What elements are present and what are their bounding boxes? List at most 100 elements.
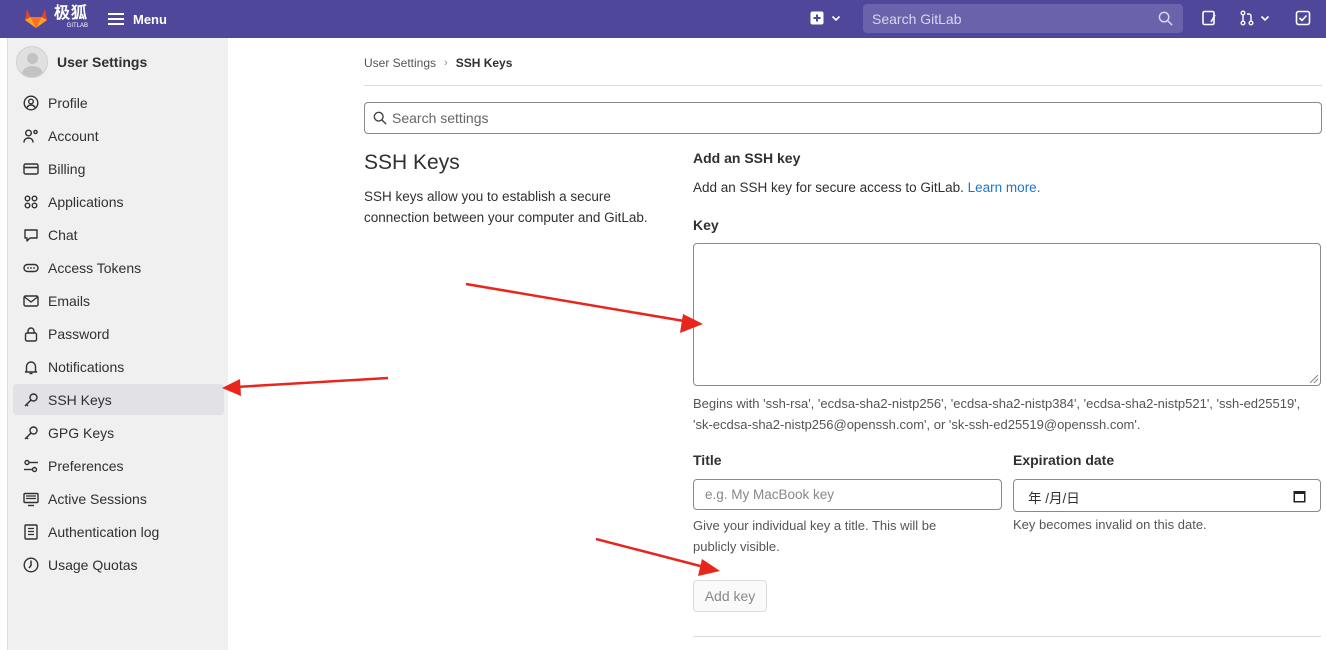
expiration-help-text: Key becomes invalid on this date. [1013, 517, 1207, 532]
arrow-to-ssh-keys-item [222, 376, 389, 396]
key-label: Key [693, 217, 719, 233]
divider [693, 636, 1321, 637]
sidebar-item-label: Access Tokens [48, 259, 142, 276]
expiration-label: Expiration date [1013, 452, 1115, 468]
search-settings-placeholder: Search settings [392, 110, 489, 126]
account-icon [23, 129, 38, 143]
sidebar-item-notifications[interactable]: Notifications [13, 351, 224, 382]
billing-icon [23, 162, 39, 175]
sidebar-item-password[interactable]: Password [13, 318, 224, 349]
merge-request-icon [1240, 10, 1254, 26]
settings-sidebar: User Settings Profile Account Billing Appli… [8, 38, 228, 650]
fox-logo-icon [25, 8, 47, 28]
sidebar-item-ssh-keys[interactable]: SSH Keys [13, 384, 224, 415]
key-help-text: Begins with 'ssh-rsa', 'ecdsa-sha2-nistp… [693, 396, 1301, 432]
top-navbar: 极狐 GITLAB Menu Search GitLab [0, 0, 1326, 38]
sidebar-item-access-tokens[interactable]: Access Tokens [13, 252, 224, 283]
expiration-date-value: 年 /月/日 [1028, 491, 1080, 506]
form-title: Add an SSH key [693, 150, 801, 166]
sidebar-item-active-sessions[interactable]: Active Sessions [13, 483, 224, 514]
chevron-right-icon: › [444, 57, 448, 69]
avatar [16, 46, 48, 78]
email-icon [23, 294, 39, 307]
sidebar-item-label: Emails [48, 292, 91, 309]
breadcrumb-parent[interactable]: User Settings [364, 56, 436, 70]
sidebar-item-billing[interactable]: Billing [13, 153, 224, 184]
search-settings-input[interactable]: Search settings [364, 102, 1322, 134]
merge-requests-dropdown[interactable] [1239, 10, 1271, 26]
sidebar-item-label: Billing [48, 160, 86, 177]
hamburger-icon [108, 10, 124, 28]
title-placeholder: e.g. My MacBook key [705, 487, 835, 502]
sidebar-item-account[interactable]: Account [13, 120, 224, 151]
sidebar-item-applications[interactable]: Applications [13, 186, 224, 217]
token-icon [23, 263, 39, 272]
sidebar-item-authentication-log[interactable]: Authentication log [13, 516, 224, 547]
sidebar-item-label: Account [48, 127, 99, 144]
sidebar-item-usage-quotas[interactable]: Usage Quotas [13, 549, 224, 580]
quota-icon [23, 556, 39, 573]
sidebar-item-label: Profile [48, 94, 88, 111]
title-input[interactable]: e.g. My MacBook key [693, 479, 1002, 510]
sidebar-item-label: Notifications [48, 358, 125, 375]
logo-text-en: GITLAB [66, 23, 89, 29]
applications-icon [24, 195, 38, 208]
sidebar-item-label: Chat [48, 226, 78, 243]
sidebar-title: User Settings [57, 54, 148, 70]
gitlab-logo[interactable]: 极狐 GITLAB [24, 6, 88, 29]
sidebar-item-label: GPG Keys [48, 424, 115, 441]
monitor-icon [23, 492, 39, 506]
breadcrumb: User Settings › SSH Keys [364, 56, 512, 70]
title-label: Title [693, 452, 722, 468]
global-search-placeholder: Search GitLab [872, 11, 962, 27]
search-icon [1158, 11, 1173, 26]
chat-icon [24, 228, 38, 242]
lock-icon [24, 326, 38, 342]
window-edge [0, 38, 8, 650]
sidebar-item-gpg-keys[interactable]: GPG Keys [13, 417, 224, 448]
arrow-to-key-box [465, 282, 703, 333]
sidebar-item-emails[interactable]: Emails [13, 285, 224, 316]
sidebar-item-preferences[interactable]: Preferences [13, 450, 224, 481]
sidebar-item-label: Password [48, 325, 110, 342]
chevron-down-icon [1260, 15, 1270, 22]
learn-more-link[interactable]: Learn more. [968, 180, 1041, 195]
section-description: SSH keys allow you to establish a secure… [364, 189, 648, 225]
key-icon [24, 425, 38, 440]
issues-icon[interactable] [1201, 10, 1217, 26]
sidebar-header[interactable]: User Settings [16, 46, 147, 78]
sidebar-item-label: Preferences [48, 457, 124, 474]
bell-icon [24, 360, 38, 374]
todo-icon[interactable] [1295, 10, 1311, 26]
sidebar-item-label: SSH Keys [48, 391, 112, 408]
key-icon [24, 392, 38, 407]
chevron-down-icon [831, 15, 841, 22]
sidebar-item-profile[interactable]: Profile [13, 87, 224, 118]
search-icon [373, 111, 387, 125]
form-description: Add an SSH key for secure access to GitL… [693, 180, 1040, 195]
breadcrumb-current[interactable]: SSH Keys [456, 56, 513, 70]
resize-handle[interactable] [1310, 375, 1318, 383]
add-key-button[interactable]: Add key [693, 580, 767, 612]
plus-square-icon [810, 11, 824, 25]
logo-text-cn: 极狐 [54, 5, 89, 22]
menu-label: Menu [133, 11, 167, 27]
sidebar-item-chat[interactable]: Chat [13, 219, 224, 250]
divider [364, 85, 1322, 86]
key-textarea[interactable] [693, 243, 1321, 386]
sidebar-item-label: Authentication log [48, 523, 160, 540]
form-description-text: Add an SSH key for secure access to GitL… [693, 180, 964, 195]
new-item-dropdown[interactable] [810, 11, 842, 25]
sidebar-item-label: Applications [48, 193, 124, 210]
calendar-icon[interactable] [1293, 490, 1306, 503]
log-icon [24, 523, 38, 540]
page-title: SSH Keys [364, 151, 460, 174]
sidebar-item-label: Usage Quotas [48, 556, 138, 573]
global-search-input[interactable]: Search GitLab [863, 4, 1183, 33]
profile-icon [23, 94, 39, 111]
expiration-date-input[interactable]: 年 /月/日 [1013, 479, 1321, 512]
menu-button[interactable]: Menu [108, 10, 167, 28]
preferences-icon [24, 459, 38, 472]
title-help-text: Give your individual key a title. This w… [693, 518, 937, 554]
sidebar-item-label: Active Sessions [48, 490, 147, 507]
